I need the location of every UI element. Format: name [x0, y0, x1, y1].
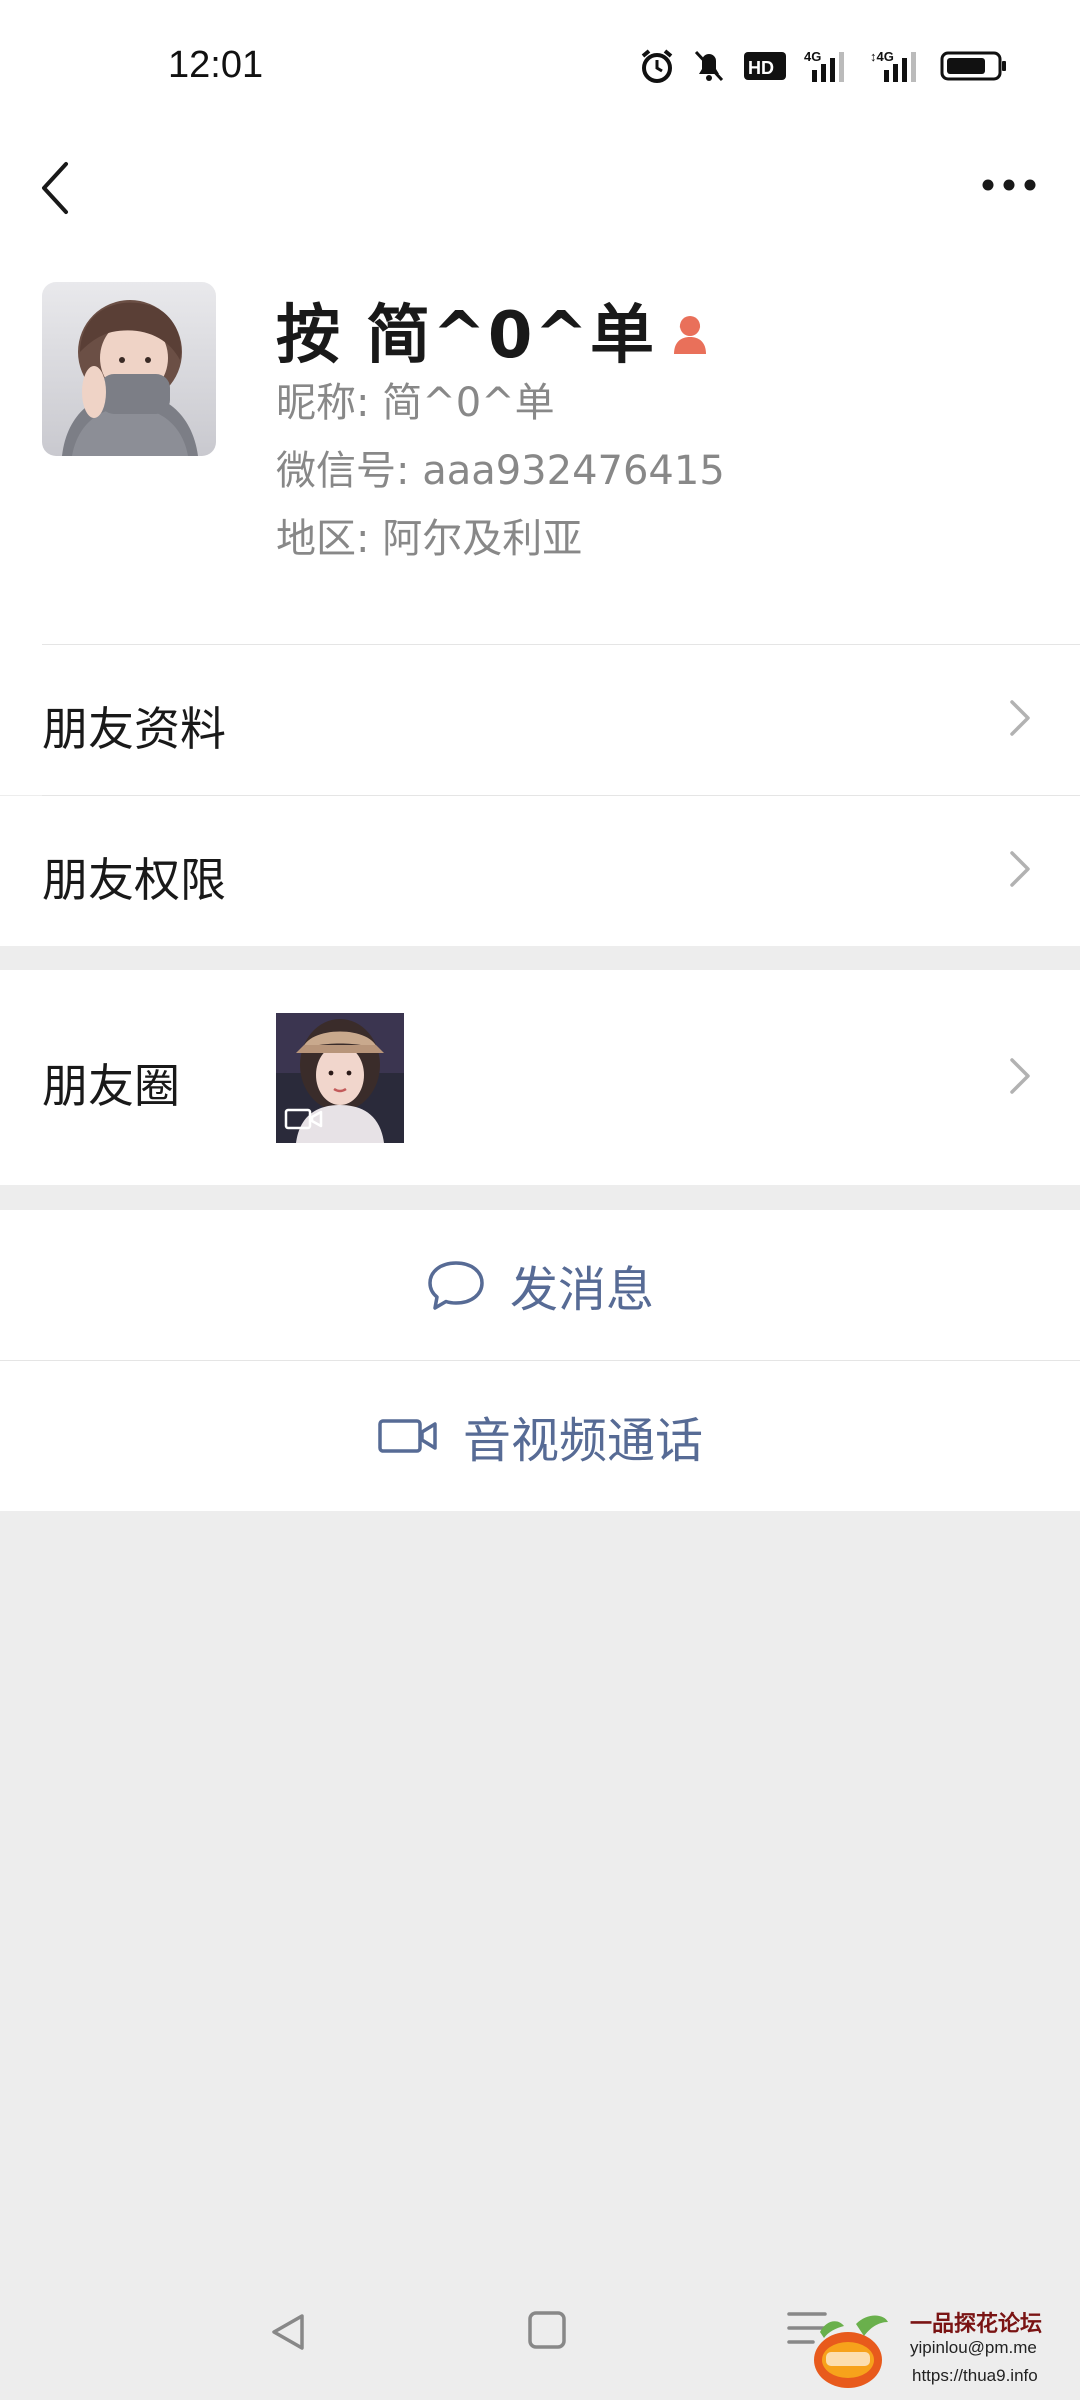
chevron-right-icon	[1010, 700, 1030, 736]
avatar[interactable]	[42, 282, 216, 456]
wechat-id: 微信号: aaa932476415	[276, 448, 725, 494]
av-call-button[interactable]: 音视频通话	[0, 1361, 1080, 1511]
profile-card: 按 简^0^单 昵称: 简^0^单 微信号: aaa932476415 地区: …	[0, 240, 1080, 645]
video-camera-icon	[378, 1419, 437, 1453]
female-icon	[674, 316, 707, 354]
chat-bubble-icon	[428, 1261, 484, 1310]
chevron-right-icon	[1010, 1058, 1030, 1094]
watermark-logo	[814, 2315, 888, 2388]
moment-thumbnail[interactable]	[276, 1013, 404, 1143]
status-bar: 12:01 HD 4G ↕4G	[0, 0, 1080, 130]
watermark: 一品探花论坛 yipinlou@pm.me https://thua9.info	[800, 2296, 1080, 2400]
battery-icon	[940, 51, 1006, 81]
watermark-url: https://thua9.info	[912, 2366, 1038, 2385]
chevron-right-icon	[1010, 851, 1030, 887]
mute-bell-icon	[694, 50, 724, 82]
hd-icon: HD	[744, 52, 786, 80]
row-friend-profile[interactable]: 朋友资料	[0, 645, 1080, 795]
region: 地区: 阿尔及利亚	[276, 516, 583, 562]
row-friend-permissions-label: 朋友权限	[42, 853, 226, 907]
header	[0, 130, 1080, 240]
video-icon	[284, 1108, 323, 1130]
chevron-left-icon	[42, 162, 68, 214]
row-moments-label: 朋友圈	[42, 1059, 180, 1113]
row-moments[interactable]: 朋友圈	[0, 970, 1080, 1185]
watermark-title: 一品探花论坛	[910, 2312, 1043, 2337]
signal-4g-icon: 4G	[804, 49, 844, 82]
more-button[interactable]	[974, 160, 1044, 210]
svg-text:↕4G: ↕4G	[870, 49, 894, 64]
row-friend-profile-label: 朋友资料	[42, 702, 226, 756]
display-name-row: 按 简^0^单	[276, 284, 712, 376]
back-button[interactable]	[30, 148, 90, 218]
more-dots-icon	[982, 179, 1036, 191]
nav-back-icon[interactable]	[266, 2310, 310, 2354]
svg-text:4G: 4G	[804, 49, 821, 64]
status-time: 12:01	[168, 44, 264, 86]
watermark-email: yipinlou@pm.me	[910, 2338, 1037, 2357]
send-message-label: 发消息	[509, 1262, 654, 1318]
nav-home-icon[interactable]	[527, 2310, 567, 2350]
status-icons: HD 4G ↕4G	[640, 48, 1008, 84]
alarm-icon	[641, 49, 673, 83]
av-call-label: 音视频通话	[462, 1413, 703, 1469]
row-friend-permissions[interactable]: 朋友权限	[0, 796, 1080, 946]
send-message-button[interactable]: 发消息	[0, 1210, 1080, 1360]
svg-text:HD: HD	[748, 58, 774, 78]
nickname: 昵称: 简^0^单	[276, 380, 555, 426]
signal-4g-icon: ↕4G	[870, 49, 916, 82]
display-name: 按 简^0^单	[276, 299, 657, 373]
